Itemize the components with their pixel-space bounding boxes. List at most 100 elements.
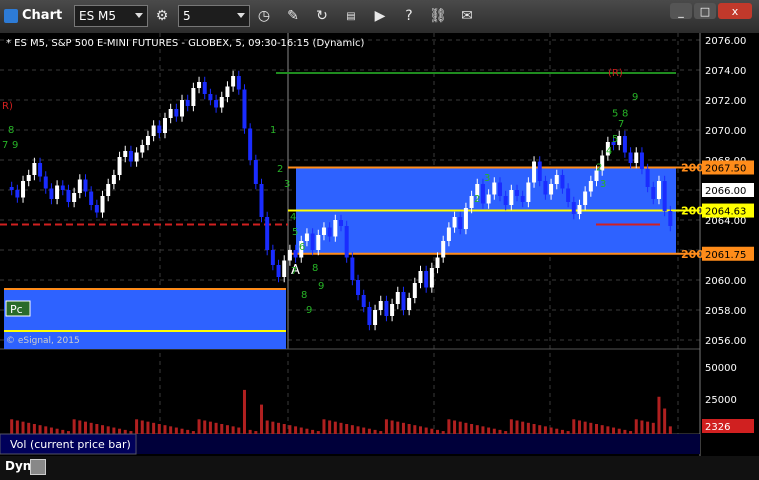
volume-bar [83, 421, 87, 434]
chat-icon[interactable]: ✉ [456, 5, 478, 27]
candle-body [60, 185, 65, 190]
close-button[interactable]: x [718, 3, 752, 19]
play-icon[interactable]: ▶ [369, 5, 391, 27]
settings-icon[interactable]: ⚙ [151, 5, 173, 27]
volume-bar [436, 429, 440, 434]
candle-body [458, 217, 463, 229]
help-icon[interactable]: ? [398, 5, 420, 27]
candle-body [282, 260, 287, 277]
candle-body [452, 217, 457, 228]
volume-bar [254, 431, 258, 434]
candle-body [38, 163, 43, 177]
candle-body [520, 196, 525, 202]
volume-bar [492, 428, 496, 434]
candle-body [26, 175, 31, 181]
volume-bar [15, 420, 19, 434]
volume-bar [543, 426, 547, 434]
volume-bar [237, 427, 241, 434]
candle-body [554, 175, 559, 184]
volume-bar [362, 427, 366, 434]
volume-bar [464, 422, 468, 434]
volume-bar [242, 389, 246, 434]
candle-body [651, 187, 656, 199]
candle-body [463, 208, 468, 229]
volume-bar [629, 431, 633, 434]
td-count: 7 [618, 119, 624, 130]
dyn-label: Dyn [5, 459, 32, 473]
volume-bar [333, 421, 337, 434]
chart-area[interactable]: 2076.002074.002072.002070.002068.002066.… [0, 33, 759, 456]
candle-body [208, 94, 213, 100]
volume-bar [220, 424, 224, 434]
candle-body [253, 160, 258, 184]
refresh-icon[interactable]: ↻ [311, 5, 333, 27]
candle-body [344, 226, 349, 258]
volume-bar [668, 426, 672, 434]
volume-bar [577, 420, 581, 434]
volume-bar [470, 424, 474, 434]
volume-bar [595, 424, 599, 434]
candle-body [588, 181, 593, 192]
volume-bar [106, 426, 110, 434]
volume-bar [328, 420, 332, 434]
clock-icon[interactable]: ◷ [253, 5, 275, 27]
symbol-input[interactable]: ES M5 [74, 5, 148, 27]
volume-bar [140, 420, 144, 434]
candle-body [151, 125, 156, 136]
volume-bar [316, 431, 320, 434]
volume-bar [600, 425, 604, 434]
volume-bar [282, 424, 286, 434]
candle-body [287, 250, 292, 261]
candle-body [197, 82, 202, 88]
volume-bar [197, 419, 201, 434]
volume-bar [657, 396, 661, 434]
volume-bar [532, 424, 536, 434]
candle-body [367, 307, 372, 325]
td-count: 3 [484, 173, 490, 184]
pencil-icon[interactable]: ✎ [282, 5, 304, 27]
volume-bar [339, 422, 343, 434]
td-count: 3 [284, 179, 290, 190]
price-label: 2064.00 [705, 216, 746, 227]
volume-bar [475, 425, 479, 434]
level-price-label: 2061.75 [705, 250, 746, 261]
td-count: 2 [474, 194, 480, 205]
candle-body [106, 184, 111, 196]
interval-input[interactable]: 5 [178, 5, 250, 27]
candle-body [293, 250, 298, 258]
toolbar: Chart ES M5 ⚙ 5 ◷ ✎ ↻ ▤ ▶ ? ⛓ ✉ _ □ x [0, 0, 759, 34]
td-count: 6 [299, 242, 305, 253]
volume-bar [271, 421, 275, 434]
minimize-button[interactable]: _ [670, 3, 692, 19]
candle-body [15, 190, 20, 198]
volume-bar [260, 404, 264, 434]
volume-bar [146, 421, 150, 434]
link-icon[interactable]: ⛓ [427, 5, 449, 27]
candle-body [174, 109, 179, 117]
candle-body [662, 181, 667, 211]
volume-label: 25000 [705, 395, 737, 406]
volume-bar [112, 427, 116, 434]
lock-icon[interactable] [30, 459, 46, 475]
volume-bar [49, 427, 53, 434]
volume-bar [299, 427, 303, 434]
td-count: 8 [312, 263, 318, 274]
volume-bar [225, 425, 229, 434]
volume-label: 50000 [705, 363, 737, 374]
price-label: 2072.00 [705, 96, 746, 107]
candle-body [55, 185, 60, 199]
td-count: 9 [12, 140, 18, 151]
app-title: Chart [22, 8, 63, 23]
volume-bar [634, 419, 638, 434]
td-count: 2 [277, 164, 283, 175]
candle-body [214, 100, 219, 108]
maximize-button[interactable]: □ [694, 3, 716, 19]
candle-body [123, 151, 128, 157]
candle-body [304, 233, 309, 241]
volume-bar [356, 426, 360, 434]
volume-bar [379, 431, 383, 434]
price-label: 2058.00 [705, 306, 746, 317]
volume-bar [61, 429, 65, 434]
volume-bar [424, 427, 428, 434]
study-icon[interactable]: ▤ [340, 5, 362, 27]
